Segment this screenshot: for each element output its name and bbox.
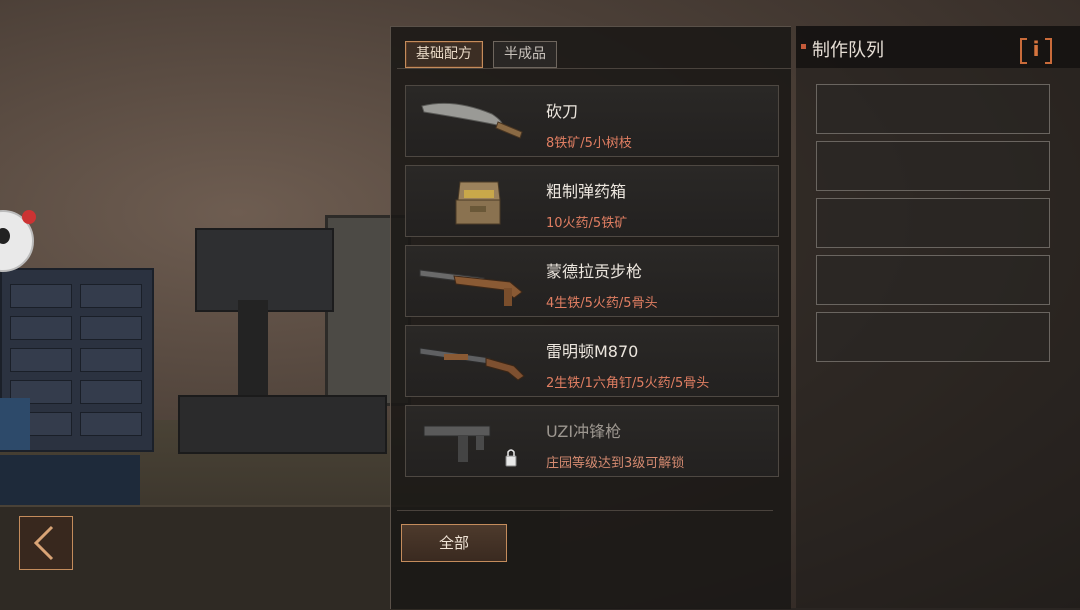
queue-slot[interactable]	[816, 312, 1050, 362]
recipe-list: 砍刀 8铁矿/5小树枝 粗制弹药箱 10火药/5铁矿 蒙德拉贡步枪 4生铁/5火…	[405, 85, 779, 485]
queue-header: 制作队列 i	[796, 26, 1080, 68]
back-button[interactable]	[19, 516, 73, 570]
drill-press-stem	[238, 300, 268, 400]
ammo-box-icon	[455, 181, 501, 225]
recipe-item-locked[interactable]: UZI冲锋枪 庄园等级达到3级可解锁	[405, 405, 779, 477]
rifle-icon	[419, 269, 523, 306]
recipe-requirements: 2生铁/1六角钉/5火药/5骨头	[546, 376, 710, 391]
queue-slot[interactable]	[816, 141, 1050, 191]
drill-press-base	[178, 395, 387, 454]
recipe-item[interactable]: 蒙德拉贡步枪 4生铁/5火药/5骨头	[405, 245, 779, 317]
queue-slot[interactable]	[816, 255, 1050, 305]
queue-slot[interactable]	[816, 84, 1050, 134]
blue-crate	[0, 398, 30, 450]
uzi-icon	[423, 425, 517, 467]
info-icon[interactable]: i	[1020, 38, 1052, 64]
recipe-item[interactable]: 雷明顿M870 2生铁/1六角钉/5火药/5骨头	[405, 325, 779, 397]
crafting-queue-panel: 制作队列 i	[796, 26, 1080, 608]
recipe-tabs: 基础配方 半成品	[405, 41, 557, 68]
tab-semi-finished[interactable]: 半成品	[493, 41, 557, 68]
divider	[397, 510, 773, 511]
recipe-panel: 基础配方 半成品 砍刀 8铁矿/5小树枝 粗制弹药箱 10火药/5铁矿 蒙德拉贡…	[390, 26, 791, 609]
recipe-name: 砍刀	[546, 102, 579, 121]
divider	[397, 68, 791, 69]
queue-title: 制作队列	[812, 40, 884, 61]
recipe-item[interactable]: 粗制弹药箱 10火药/5铁矿	[405, 165, 779, 237]
recipe-name: UZI冲锋枪	[546, 422, 622, 441]
recipe-requirements: 4生铁/5火药/5骨头	[546, 296, 658, 311]
recipe-requirements: 10火药/5铁矿	[546, 216, 628, 231]
blue-stand	[0, 455, 140, 505]
unlock-requirement: 庄园等级达到3级可解锁	[546, 456, 685, 471]
recipe-name: 粗制弹药箱	[546, 182, 627, 201]
recipe-requirements: 8铁矿/5小树枝	[546, 136, 632, 151]
shotgun-icon	[419, 347, 525, 381]
filter-all-button[interactable]: 全部	[401, 524, 507, 562]
recipe-item[interactable]: 砍刀 8铁矿/5小树枝	[405, 85, 779, 157]
queue-slot[interactable]	[816, 198, 1050, 248]
chevron-left-icon	[33, 525, 54, 561]
recipe-name: 蒙德拉贡步枪	[546, 262, 643, 281]
tab-basic-recipes[interactable]: 基础配方	[405, 41, 483, 68]
recipe-name: 雷明顿M870	[546, 342, 639, 361]
machete-icon	[421, 102, 523, 139]
header-marker-icon	[801, 44, 806, 49]
